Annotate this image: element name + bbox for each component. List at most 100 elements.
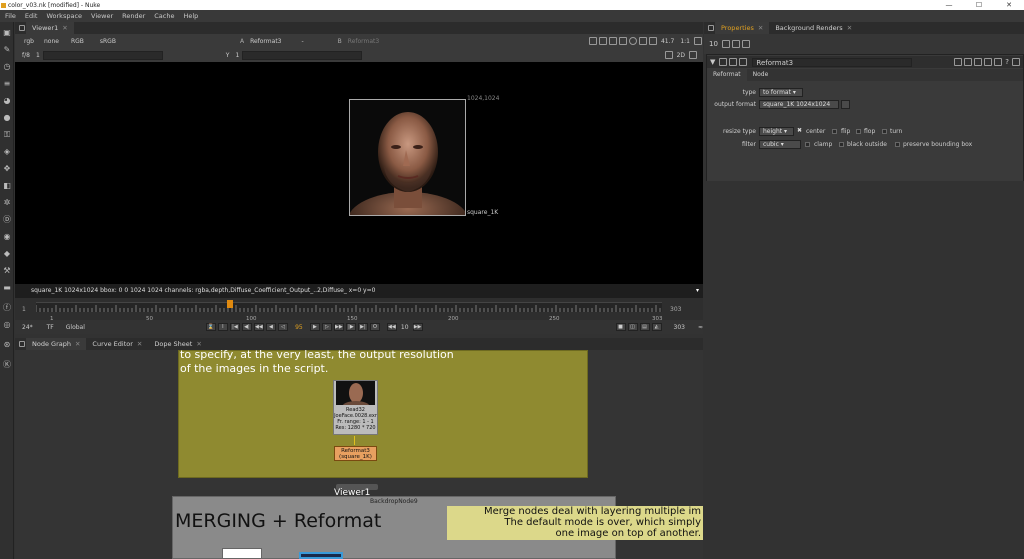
- proxy-icon[interactable]: [618, 37, 627, 45]
- graph-node[interactable]: [222, 548, 262, 559]
- color-icon[interactable]: ◕: [2, 96, 12, 106]
- time-icon[interactable]: ◷: [2, 62, 12, 72]
- skip-forward-button[interactable]: ▶▶: [412, 323, 423, 331]
- other-icon[interactable]: ▬: [2, 283, 12, 293]
- pane-menu-icon[interactable]: [19, 25, 25, 31]
- merge-icon[interactable]: ◈: [2, 147, 12, 157]
- skip-back-button[interactable]: ◀◀: [386, 323, 397, 331]
- settings-icon[interactable]: [689, 51, 697, 59]
- lock-icon[interactable]: ▤: [639, 323, 650, 331]
- roi-icon[interactable]: [588, 37, 597, 45]
- global-dropdown[interactable]: Global: [63, 323, 88, 332]
- float-icon[interactable]: [984, 58, 993, 66]
- step-forward-button[interactable]: ▷: [321, 323, 332, 331]
- first-frame-button[interactable]: |◀: [229, 323, 240, 331]
- tab-reformat[interactable]: Reformat: [707, 69, 747, 81]
- expand-icon[interactable]: ≈: [698, 324, 703, 331]
- filter-icon[interactable]: ●: [2, 113, 12, 123]
- last-frame-button[interactable]: ▶|: [357, 323, 368, 331]
- undo-icon[interactable]: [954, 58, 963, 66]
- safe-area-icon[interactable]: [598, 37, 607, 45]
- furnace-icon[interactable]: ⓕ: [2, 303, 12, 313]
- flop-checkbox[interactable]: [856, 129, 861, 134]
- minimize-button[interactable]: —: [934, 1, 964, 9]
- alpha-dropdown[interactable]: none: [41, 37, 62, 46]
- channels-dropdown[interactable]: rgb: [21, 37, 37, 46]
- in-point-button[interactable]: I: [217, 323, 228, 331]
- pane-menu-icon[interactable]: [19, 341, 25, 347]
- increment-field[interactable]: 10: [398, 323, 412, 332]
- input-b-dropdown[interactable]: Reformat3: [345, 37, 382, 46]
- close-icon[interactable]: ✕: [847, 24, 852, 32]
- close-panel-icon[interactable]: [994, 58, 1003, 66]
- maximize-button[interactable]: ☐: [964, 1, 994, 9]
- timeline-playhead[interactable]: [227, 300, 234, 308]
- toolsets-icon[interactable]: ⚒: [2, 266, 12, 276]
- draw-icon[interactable]: ✎: [2, 45, 12, 55]
- node-name-field[interactable]: Reformat3: [752, 57, 913, 67]
- redo-icon[interactable]: [964, 58, 973, 66]
- close-icon[interactable]: ✕: [75, 340, 80, 348]
- image-icon[interactable]: ▣: [2, 28, 12, 38]
- maximize-panel-icon[interactable]: [1012, 58, 1020, 66]
- output-format-dropdown[interactable]: square_1K 1024x1024: [759, 100, 839, 109]
- tab-properties[interactable]: Properties ✕: [715, 22, 770, 34]
- gamma-slider[interactable]: [242, 50, 363, 60]
- close-icon[interactable]: ✕: [196, 340, 201, 348]
- menu-workspace[interactable]: Workspace: [46, 12, 82, 20]
- prev-keyframe-button[interactable]: ◀|: [241, 323, 252, 331]
- clamp-checkbox[interactable]: [805, 142, 810, 147]
- float-panel-icon[interactable]: [741, 40, 750, 48]
- fps-dropdown[interactable]: 24*: [19, 323, 36, 332]
- input-a-dropdown[interactable]: Reformat3: [247, 37, 284, 46]
- view-mode-dropdown[interactable]: 2D: [674, 51, 688, 60]
- step-back-button[interactable]: ◁: [277, 323, 288, 331]
- format-menu-button[interactable]: [841, 100, 850, 109]
- end-frame-field[interactable]: 303: [671, 323, 688, 332]
- pane-menu-icon[interactable]: [708, 25, 714, 31]
- compare-dropdown[interactable]: -: [299, 37, 307, 46]
- filter-dropdown[interactable]: cubic ▾: [759, 140, 801, 149]
- tab-curve-editor[interactable]: Curve Editor ✕: [86, 338, 148, 350]
- close-icon[interactable]: ✕: [62, 24, 67, 32]
- menu-help[interactable]: Help: [183, 12, 198, 20]
- playback-mode-icon[interactable]: ■: [615, 323, 626, 331]
- menu-edit[interactable]: Edit: [25, 12, 38, 20]
- clear-panels-icon[interactable]: [721, 40, 730, 48]
- menu-cache[interactable]: Cache: [154, 12, 174, 20]
- lock-panel-icon[interactable]: [731, 40, 740, 48]
- max-panels-field[interactable]: 10: [706, 40, 721, 49]
- help-icon[interactable]: [719, 58, 728, 66]
- clipping-icon[interactable]: [608, 37, 617, 45]
- colorspace-dropdown[interactable]: sRGB: [97, 37, 119, 46]
- lut-icon[interactable]: [648, 37, 657, 45]
- cara-icon[interactable]: ⊛: [2, 340, 12, 350]
- plugin-icon[interactable]: Ⓚ: [2, 360, 12, 370]
- tab-background-renders[interactable]: Background Renders ✕: [769, 22, 858, 34]
- play-forward-button[interactable]: ▶: [309, 323, 320, 331]
- crosshair-icon[interactable]: [664, 51, 673, 59]
- metadata-icon[interactable]: ◆: [2, 249, 12, 259]
- tab-viewer1[interactable]: Viewer1 ✕: [26, 22, 74, 34]
- menu-render[interactable]: Render: [122, 12, 145, 20]
- scale-dropdown[interactable]: 1:1: [677, 37, 693, 46]
- type-dropdown[interactable]: to format ▾: [759, 88, 803, 97]
- ocula-icon[interactable]: ◎: [2, 320, 12, 330]
- timeframe-dropdown[interactable]: TF: [44, 323, 57, 332]
- zoom-dropdown[interactable]: 41.7: [658, 37, 677, 46]
- out-point-button[interactable]: O: [369, 323, 380, 331]
- tab-node[interactable]: Node: [747, 69, 775, 81]
- node-icon[interactable]: [739, 58, 748, 66]
- refresh-icon[interactable]: [628, 37, 637, 45]
- display-channel-dropdown[interactable]: RGB: [68, 37, 87, 46]
- turn-checkbox[interactable]: [882, 129, 887, 134]
- flip-checkbox[interactable]: [832, 129, 837, 134]
- fullscreen-icon[interactable]: [694, 37, 702, 45]
- close-icon[interactable]: ✕: [137, 340, 142, 348]
- tab-node-graph[interactable]: Node Graph ✕: [26, 338, 87, 350]
- particles-icon[interactable]: ✲: [2, 198, 12, 208]
- center-checkbox[interactable]: ✖: [797, 127, 802, 134]
- frame-range-lock-icon[interactable]: ⌛: [205, 323, 216, 331]
- prev-incr-button[interactable]: ◀◀: [253, 323, 264, 331]
- keyer-icon[interactable]: ⚿: [2, 130, 12, 140]
